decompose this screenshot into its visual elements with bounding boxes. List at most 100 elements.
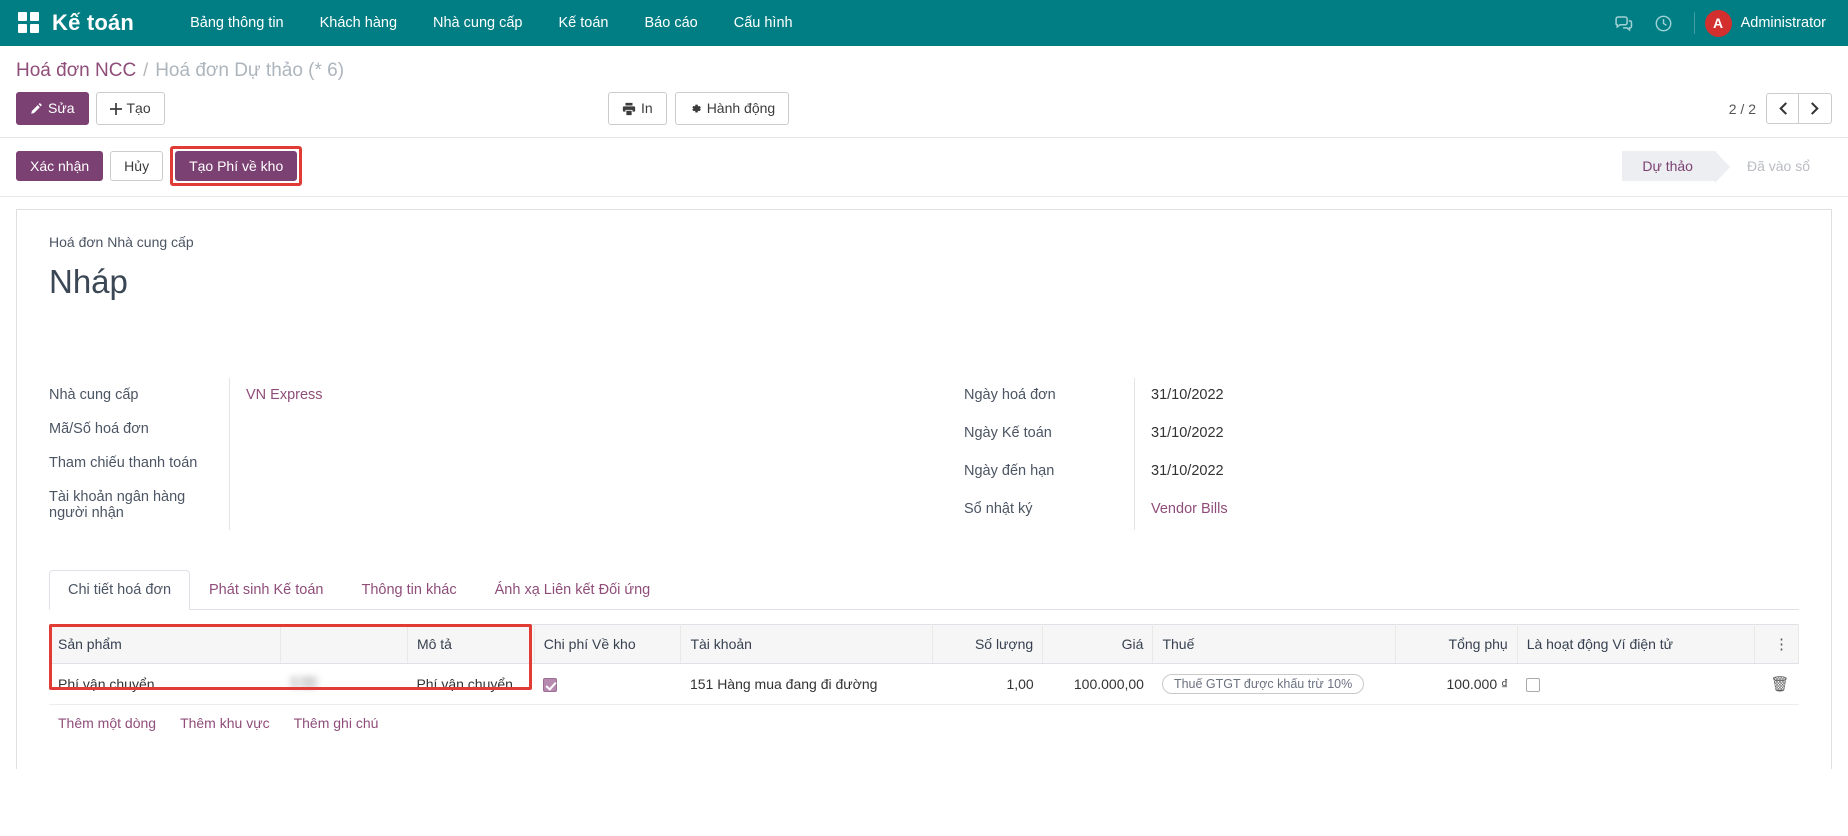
cell-description[interactable]: Phí vận chuyển [407, 664, 534, 705]
clock-icon[interactable] [1644, 7, 1684, 39]
col-account[interactable]: Tài khoản [681, 625, 932, 664]
create-button[interactable]: Tạo [96, 92, 165, 125]
field-recipient-bank-value[interactable] [229, 480, 884, 530]
field-invoice-date-value[interactable]: 31/10/2022 [1134, 378, 1799, 416]
stage-draft[interactable]: Dự thảo [1622, 151, 1715, 181]
main-menu: Bảng thông tin Khách hàng Nhà cung cấp K… [172, 9, 811, 37]
field-bill-reference-value[interactable] [229, 412, 884, 446]
apps-menu-icon[interactable] [18, 12, 40, 34]
cell-price[interactable]: 100.000,00 [1043, 664, 1153, 705]
menu-item-vendors[interactable]: Nhà cung cấp [415, 9, 540, 37]
stage-posted[interactable]: Đã vào sổ [1715, 151, 1832, 181]
landed-cost-checkbox[interactable] [543, 678, 557, 692]
breadcrumb-current: Hoá đơn Dự thảo (* 6) [155, 60, 344, 82]
form-right-column: Ngày hoá đơn 31/10/2022 Ngày Kế toán 31/… [964, 378, 1799, 530]
col-quantity[interactable]: Số lượng [932, 625, 1042, 664]
field-recipient-bank: Tài khoản ngân hàng người nhận [49, 480, 884, 530]
user-name-label: Administrator [1741, 15, 1826, 31]
col-price[interactable]: Giá [1043, 625, 1153, 664]
navbar-divider [1694, 12, 1695, 34]
tab-journal-items[interactable]: Phát sinh Kế toán [190, 570, 342, 610]
invoice-lines-body: Phí vận chuyển Phí vận chuyển 151 Hàng m… [49, 664, 1799, 705]
field-bill-reference-label: Mã/Số hoá đơn [49, 412, 229, 446]
menu-item-reports[interactable]: Báo cáo [627, 9, 716, 37]
invoice-lines-header: Sản phẩm Mô tả Chi phí Về kho Tài khoản … [49, 625, 1799, 664]
field-invoice-date-label: Ngày hoá đơn [964, 378, 1134, 416]
plus-icon [110, 103, 122, 115]
menu-item-customers[interactable]: Khách hàng [302, 9, 415, 37]
menu-item-accounting[interactable]: Kế toán [541, 9, 627, 37]
toolbar: Sửa Tạo In Hành động 2 / 2 [16, 82, 1832, 137]
menu-item-dashboard[interactable]: Bảng thông tin [172, 9, 302, 37]
form-sheet: Hoá đơn Nhà cung cấp Nháp Nhà cung cấp V… [16, 209, 1832, 769]
journal-link[interactable]: Vendor Bills [1151, 501, 1228, 517]
avatar: A [1705, 10, 1732, 37]
user-menu[interactable]: A Administrator [1705, 10, 1830, 37]
pager-previous-button[interactable] [1766, 93, 1799, 124]
cancel-button[interactable]: Hủy [110, 151, 163, 181]
pager-next-button[interactable] [1799, 93, 1832, 124]
field-vendor-value[interactable]: VN Express [229, 378, 884, 412]
document-type-label: Hoá đơn Nhà cung cấp [49, 234, 1799, 250]
col-blurred[interactable] [281, 625, 408, 664]
action-button-label: Hành động [707, 99, 776, 118]
field-payment-reference-label: Tham chiếu thanh toán [49, 446, 229, 480]
gear-icon [689, 102, 702, 115]
tab-reconcile-mapping[interactable]: Ánh xạ Liên kết Đối ứng [476, 570, 670, 610]
col-product[interactable]: Sản phẩm [49, 625, 281, 664]
field-due-date-value[interactable]: 31/10/2022 [1134, 454, 1799, 492]
app-brand-title[interactable]: Kế toán [52, 10, 134, 36]
tab-invoice-lines[interactable]: Chi tiết hoá đơn [49, 570, 190, 610]
add-line-link[interactable]: Thêm một dòng [58, 715, 156, 731]
field-due-date: Ngày đến hạn 31/10/2022 [964, 454, 1799, 492]
vendor-link[interactable]: VN Express [246, 387, 323, 403]
table-row[interactable]: Phí vận chuyển Phí vận chuyển 151 Hàng m… [49, 664, 1799, 705]
options-icon[interactable]: ⋮ [1774, 636, 1789, 653]
trash-icon[interactable]: 🗑 [1770, 676, 1789, 693]
blurred-value [290, 676, 318, 689]
field-accounting-date-value[interactable]: 31/10/2022 [1134, 416, 1799, 454]
print-button-label: In [641, 99, 653, 118]
cell-tax[interactable]: Thuế GTGT được khấu trừ 10% [1153, 664, 1396, 705]
col-tax[interactable]: Thuế [1153, 625, 1396, 664]
col-subtotal[interactable]: Tổng phụ [1396, 625, 1517, 664]
tab-other-info[interactable]: Thông tin khác [343, 570, 476, 610]
edit-button[interactable]: Sửa [16, 92, 89, 125]
invoice-lines-section: Sản phẩm Mô tả Chi phí Về kho Tài khoản … [49, 624, 1799, 731]
pager-nav [1766, 93, 1832, 124]
cell-product[interactable]: Phí vận chuyển [49, 664, 281, 705]
action-button[interactable]: Hành động [675, 92, 790, 125]
cell-ewallet[interactable] [1517, 664, 1754, 705]
cell-landed-cost[interactable] [534, 664, 681, 705]
field-payment-reference-value[interactable] [229, 446, 884, 480]
menu-item-configuration[interactable]: Cấu hình [716, 9, 811, 37]
printer-icon [622, 102, 636, 116]
cell-delete[interactable]: 🗑 [1754, 664, 1798, 705]
pager: 2 / 2 [1729, 93, 1832, 124]
statusbar-row: Xác nhận Hủy Tạo Phí về kho Dự thảo Đã v… [0, 138, 1848, 197]
field-journal-label: Sổ nhật ký [964, 492, 1134, 530]
cell-blurred[interactable] [281, 664, 408, 705]
pager-counter: 2 / 2 [1729, 101, 1756, 117]
cell-account[interactable]: 151 Hàng mua đang đi đường [681, 664, 932, 705]
cell-quantity[interactable]: 1,00 [932, 664, 1042, 705]
breadcrumb-root[interactable]: Hoá đơn NCC [16, 60, 136, 82]
field-bill-reference: Mã/Số hoá đơn [49, 412, 884, 446]
line-footer-links: Thêm một dòng Thêm khu vực Thêm ghi chú [49, 705, 1799, 731]
add-note-link[interactable]: Thêm ghi chú [294, 715, 379, 731]
col-options[interactable]: ⋮ [1754, 625, 1798, 664]
ewallet-checkbox[interactable] [1526, 678, 1540, 692]
landed-cost-highlight: Tạo Phí về kho [170, 146, 302, 186]
confirm-button[interactable]: Xác nhận [16, 151, 103, 181]
create-landed-cost-button[interactable]: Tạo Phí về kho [175, 151, 297, 181]
col-ewallet[interactable]: Là hoạt động Ví điện tử [1517, 625, 1754, 664]
breadcrumb-row: Hoá đơn NCC / Hoá đơn Dự thảo (* 6) [16, 46, 1832, 82]
chat-icon[interactable] [1604, 7, 1644, 39]
field-journal-value[interactable]: Vendor Bills [1134, 492, 1799, 530]
col-landed-cost[interactable]: Chi phí Về kho [534, 625, 681, 664]
tax-tag[interactable]: Thuế GTGT được khấu trừ 10% [1162, 674, 1364, 694]
field-accounting-date: Ngày Kế toán 31/10/2022 [964, 416, 1799, 454]
add-section-link[interactable]: Thêm khu vực [180, 715, 270, 731]
col-description[interactable]: Mô tả [407, 625, 534, 664]
print-button[interactable]: In [608, 92, 667, 125]
